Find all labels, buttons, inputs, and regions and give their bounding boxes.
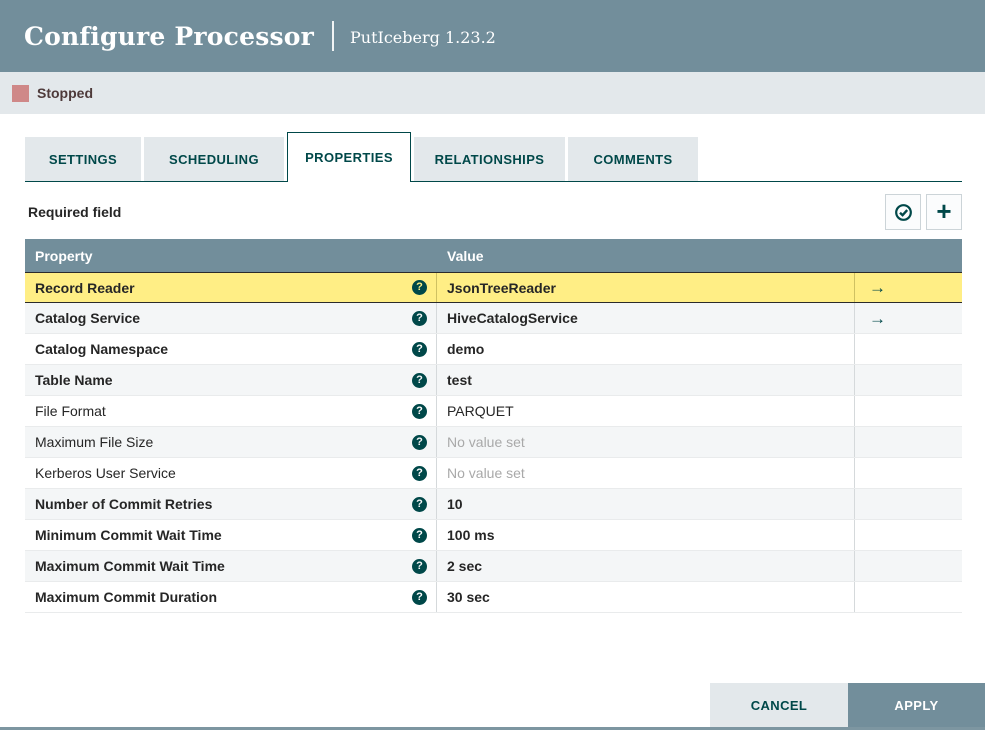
help-question-icon[interactable]: ? (412, 496, 427, 512)
tab-relationships[interactable]: RELATIONSHIPS (414, 137, 565, 181)
property-row[interactable]: Number of Commit Retries? 10 (25, 489, 962, 520)
tab-scheduling[interactable]: SCHEDULING (144, 137, 284, 181)
title-separator (332, 21, 335, 51)
actions-cell: → (855, 303, 962, 333)
status-bar: Stopped (0, 72, 985, 114)
status-label: Stopped (37, 85, 93, 101)
property-name: Maximum Commit Duration (35, 589, 218, 605)
properties-toolbar: Required field + (25, 194, 962, 230)
actions-cell (855, 334, 962, 364)
property-row[interactable]: Kerberos User Service? No value set (25, 458, 962, 489)
verify-circle-check-icon (894, 203, 913, 222)
property-value[interactable]: PARQUET (437, 396, 855, 426)
property-cell: Maximum Commit Duration? (25, 582, 437, 612)
stopped-status-icon (12, 84, 29, 102)
property-row[interactable]: Catalog Namespace? demo (25, 334, 962, 365)
property-value[interactable]: HiveCatalogService (437, 303, 855, 333)
property-cell: Table Name? (25, 365, 437, 395)
property-name: Maximum File Size (35, 434, 154, 450)
actions-cell (855, 427, 962, 457)
property-row[interactable]: Record Reader? JsonTreeReader → (25, 272, 962, 303)
tab-properties[interactable]: PROPERTIES (287, 132, 411, 182)
property-name: Record Reader (35, 279, 135, 296)
cancel-button[interactable]: CANCEL (710, 683, 848, 727)
property-value[interactable]: 30 sec (437, 582, 855, 612)
dialog-header: Configure Processor PutIceberg 1.23.2 (0, 0, 985, 72)
property-cell: Catalog Service? (25, 303, 437, 333)
property-cell: Number of Commit Retries? (25, 489, 437, 519)
property-value[interactable]: JsonTreeReader (437, 273, 855, 302)
property-row[interactable]: Table Name? test (25, 365, 962, 396)
table-header-row: Property Value (25, 239, 962, 272)
properties-table: Property Value Record Reader? JsonTreeRea… (25, 239, 962, 613)
help-question-icon[interactable]: ? (412, 280, 427, 295)
apply-button[interactable]: APPLY (848, 683, 985, 727)
property-value[interactable]: 100 ms (437, 520, 855, 550)
property-cell: Catalog Namespace? (25, 334, 437, 364)
verify-properties-button[interactable] (885, 194, 921, 230)
tab-bar: SETTINGS SCHEDULING PROPERTIES RELATIONSHIP… (25, 132, 962, 182)
actions-cell (855, 582, 962, 612)
add-property-button[interactable]: + (926, 194, 962, 230)
property-row[interactable]: Maximum Commit Wait Time? 2 sec (25, 551, 962, 582)
actions-cell (855, 365, 962, 395)
actions-cell (855, 551, 962, 581)
property-name: Maximum Commit Wait Time (35, 558, 225, 574)
property-name: Number of Commit Retries (35, 496, 213, 512)
toolbar-buttons: + (885, 194, 962, 230)
property-value[interactable]: No value set (437, 427, 855, 457)
help-question-icon[interactable]: ? (412, 403, 427, 419)
actions-cell (855, 458, 962, 488)
property-value[interactable]: test (437, 365, 855, 395)
property-cell: Record Reader? (25, 273, 437, 302)
table-body: Record Reader? JsonTreeReader → Catalog Ser… (25, 272, 962, 613)
property-name: Table Name (35, 372, 113, 388)
property-name: Catalog Service (35, 310, 141, 326)
help-question-icon[interactable]: ? (412, 589, 427, 605)
property-row[interactable]: File Format? PARQUET (25, 396, 962, 427)
help-question-icon[interactable]: ? (412, 558, 427, 574)
dialog-bottom-edge (0, 727, 985, 730)
property-row[interactable]: Maximum Commit Duration? 30 sec (25, 582, 962, 613)
property-name: Catalog Namespace (35, 341, 169, 357)
tab-comments[interactable]: COMMENTS (568, 137, 698, 181)
actions-cell (855, 489, 962, 519)
property-name: Kerberos User Service (35, 465, 176, 481)
dialog-footer: CANCEL APPLY (710, 683, 985, 727)
property-cell: Maximum File Size? (25, 427, 437, 457)
actions-cell (855, 520, 962, 550)
property-value[interactable]: 2 sec (437, 551, 855, 581)
property-cell: Minimum Commit Wait Time? (25, 520, 437, 550)
column-header-value: Value (447, 247, 484, 264)
help-question-icon[interactable]: ? (412, 465, 427, 481)
help-question-icon[interactable]: ? (412, 310, 427, 326)
column-header-property: Property (35, 247, 93, 264)
go-to-service-arrow-icon[interactable]: → (869, 279, 886, 296)
property-name: Minimum Commit Wait Time (35, 527, 222, 543)
actions-cell (855, 396, 962, 426)
property-row[interactable]: Minimum Commit Wait Time? 100 ms (25, 520, 962, 551)
processor-type-version: PutIceberg 1.23.2 (350, 28, 496, 47)
configure-processor-dialog: Configure Processor PutIceberg 1.23.2 St… (0, 0, 985, 731)
help-question-icon[interactable]: ? (412, 434, 427, 450)
property-value[interactable]: 10 (437, 489, 855, 519)
help-question-icon[interactable]: ? (412, 372, 427, 388)
property-cell: File Format? (25, 396, 437, 426)
tab-settings[interactable]: SETTINGS (25, 137, 141, 181)
go-to-service-arrow-icon[interactable]: → (869, 310, 886, 327)
property-row[interactable]: Catalog Service? HiveCatalogService → (25, 303, 962, 334)
dialog-title: Configure Processor (24, 21, 315, 51)
property-value[interactable]: No value set (437, 458, 855, 488)
add-plus-icon: + (936, 195, 952, 226)
dialog-content: SETTINGS SCHEDULING PROPERTIES RELATIONSHIP… (0, 114, 985, 613)
property-row[interactable]: Maximum File Size? No value set (25, 427, 962, 458)
property-cell: Kerberos User Service? (25, 458, 437, 488)
help-question-icon[interactable]: ? (412, 527, 427, 543)
property-cell: Maximum Commit Wait Time? (25, 551, 437, 581)
property-value[interactable]: demo (437, 334, 855, 364)
required-field-label: Required field (28, 204, 122, 220)
help-question-icon[interactable]: ? (412, 341, 427, 357)
actions-cell: → (855, 273, 962, 302)
property-name: File Format (35, 403, 106, 419)
